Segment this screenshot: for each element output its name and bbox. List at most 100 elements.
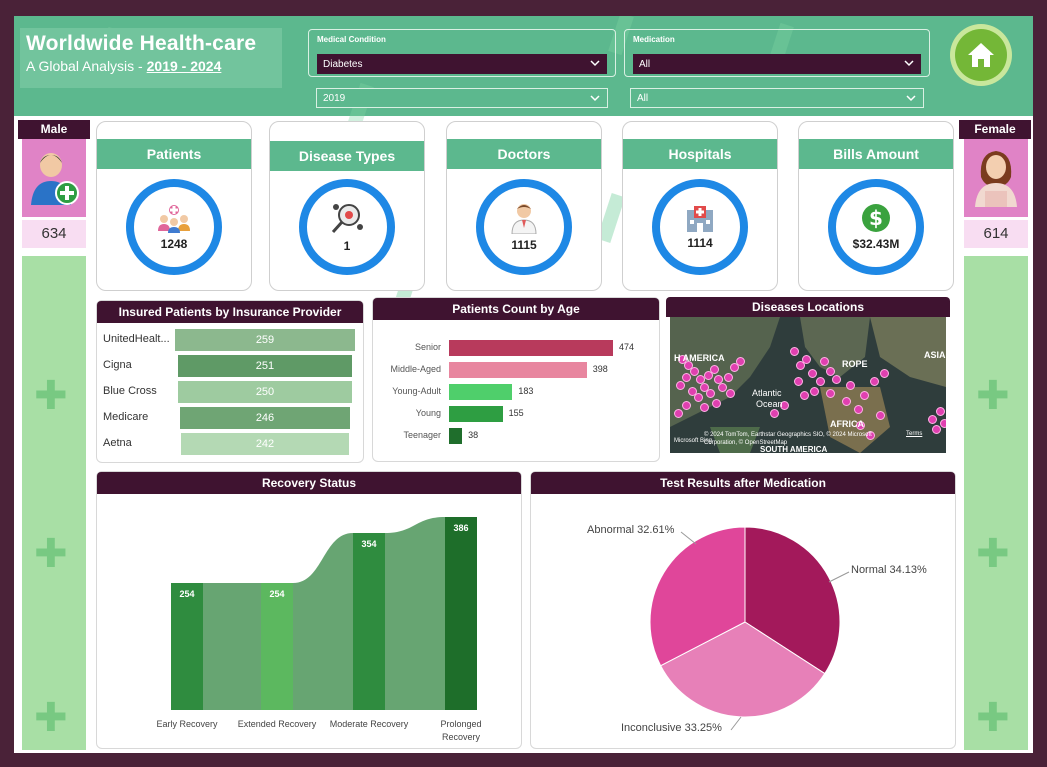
map-label: ASIA [924,350,946,360]
map-location-marker[interactable] [724,373,733,382]
pie-leader-line [680,531,697,545]
page-subtitle: A Global Analysis - 2019 - 2024 [26,58,276,74]
home-button[interactable] [950,24,1012,86]
insurance-bar-row[interactable]: Blue Cross 250 [97,381,365,403]
pie-leader-line [730,716,742,731]
recovery-bar [353,533,385,710]
medical-condition-value: Diabetes [323,58,363,70]
map-location-marker[interactable] [682,401,691,410]
secondary-filter-dropdown[interactable]: All [630,88,924,108]
map-label: AFRICA [830,419,864,429]
map-location-marker[interactable] [880,369,889,378]
map-location-marker[interactable] [928,415,937,424]
female-avatar [964,139,1028,217]
map-location-marker[interactable] [846,381,855,390]
map-location-marker[interactable] [694,393,703,402]
map-location-marker[interactable] [816,377,825,386]
map-location-marker[interactable] [854,405,863,414]
kpi-card-hospitals: Hospitals 1114 [622,121,778,291]
kpi-card-patients: Patients 1248 [96,121,252,291]
insurance-bar-row[interactable]: Aetna 242 [97,433,365,455]
plus-decoration: ✚ [34,373,68,419]
home-icon [968,43,994,67]
kpi-value: 1115 [511,238,537,252]
kpi-card-bills-amount: Bills Amount $ $32.43M [798,121,954,291]
map-location-marker[interactable] [820,357,829,366]
recovery-bar-value: 386 [453,523,468,533]
insurance-bar[interactable]: 246 [179,407,351,429]
map-location-marker[interactable] [940,419,946,428]
insurance-provider-chart: Insured Patients by Insurance Provider U… [96,300,364,463]
map-location-marker[interactable] [700,403,709,412]
medical-condition-dropdown[interactable]: Diabetes [317,54,607,74]
year-dropdown[interactable]: 2019 [316,88,608,108]
bing-logo: Microsoft Bing [674,438,713,444]
map-canvas[interactable]: H AMERICA ROPE ASIA Atlantic Ocean AFRIC… [670,317,946,453]
age-bar-value: 183 [518,386,534,396]
insurance-bar-row[interactable]: Medicare 246 [97,407,365,429]
age-bar[interactable] [449,340,613,356]
age-bar[interactable] [449,428,463,444]
map-location-marker[interactable] [870,377,879,386]
map-location-marker[interactable] [802,355,811,364]
map-location-marker[interactable] [832,375,841,384]
recovery-category-label: Early Recovery [156,719,218,729]
kpi-value: $32.43M [852,237,900,251]
map-location-marker[interactable] [770,409,779,418]
medication-value: All [639,58,651,70]
kpi-ring: 1114 [652,179,748,275]
map-location-marker[interactable] [810,387,819,396]
age-bar[interactable] [449,362,587,378]
kpi-title: Hospitals [623,139,777,169]
diseases-locations-map[interactable]: Diseases Locations H AMERICA ROPE ASIA A… [666,297,950,457]
insurance-bar-row[interactable]: UnitedHealt... 259 [97,329,365,351]
map-location-marker[interactable] [736,357,745,366]
map-location-marker[interactable] [808,369,817,378]
hospital-icon [687,206,713,232]
map-location-marker[interactable] [674,409,683,418]
map-terms-link[interactable]: Terms [906,431,922,437]
map-location-marker[interactable] [800,391,809,400]
pie-leader-line [828,571,850,583]
map-location-marker[interactable] [826,389,835,398]
map-location-marker[interactable] [794,377,803,386]
map-location-marker[interactable] [876,411,885,420]
recovery-bar-value: 354 [361,539,376,549]
map-location-marker[interactable] [712,399,721,408]
insurance-bar-row[interactable]: Cigna 251 [97,355,365,377]
map-location-marker[interactable] [932,425,941,434]
map-location-marker[interactable] [676,381,685,390]
medication-dropdown[interactable]: All [633,54,921,74]
insurance-category-label: UnitedHealt... [103,333,170,345]
age-category-label: Senior [414,342,441,352]
map-location-marker[interactable] [860,391,869,400]
medication-slicer: Medication All [624,29,930,77]
insurance-bar[interactable]: 251 [177,355,353,377]
recovery-ribbon [293,533,353,710]
map-location-marker[interactable] [726,389,735,398]
insurance-bar[interactable]: 259 [175,329,355,351]
plus-decoration: ✚ [976,695,1010,741]
map-location-marker[interactable] [710,365,719,374]
map-location-marker[interactable] [682,373,691,382]
map-location-marker[interactable] [936,407,945,416]
insurance-bar[interactable]: 242 [180,433,350,455]
recovery-bar-value: 254 [269,589,284,599]
map-location-marker[interactable] [706,389,715,398]
recovery-category-label: Extended Recovery [237,719,317,729]
subtitle-prefix: A Global Analysis - [26,58,147,74]
dashboard: Worldwide Health-care A Global Analysis … [4,4,1043,763]
recovery-status-chart: Recovery Status 254 254 354 386 Early Recov… [96,471,522,749]
test-results-chart: Test Results after Medication Normal 34.… [530,471,956,749]
map-location-marker[interactable] [842,397,851,406]
male-avatar [22,139,86,217]
map-location-marker[interactable] [790,347,799,356]
age-bar[interactable] [449,406,503,422]
kpi-title: Bills Amount [799,139,953,169]
subtitle-years: 2019 - 2024 [146,58,222,74]
insurance-bar[interactable]: 250 [178,381,352,403]
left-side-strip [22,256,86,750]
age-bar[interactable] [449,384,513,400]
svg-text:$: $ [869,206,883,230]
kpi-ring: 1115 [476,179,572,275]
